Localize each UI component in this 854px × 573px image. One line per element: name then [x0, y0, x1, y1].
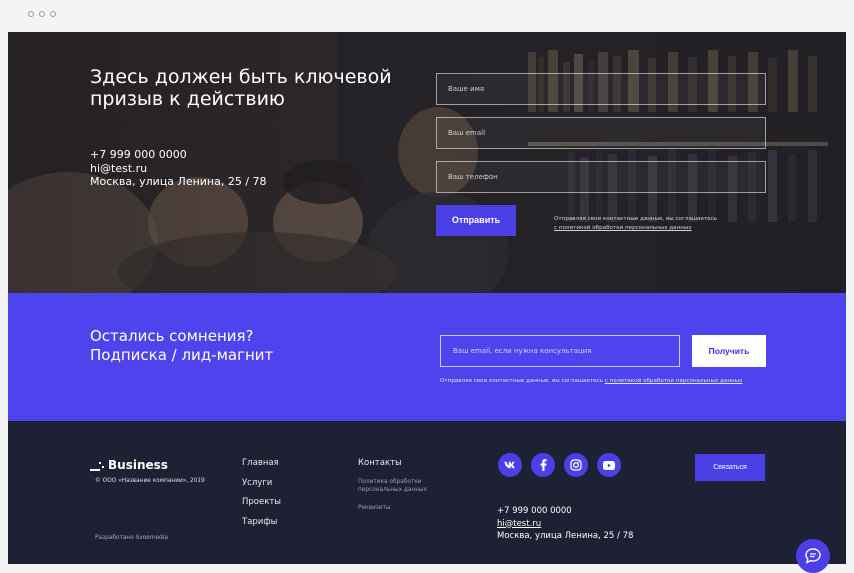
footer-contacts: +7 999 000 0000 hi@test.ru Москва, улица…: [497, 505, 633, 543]
phone-input[interactable]: Ваш телефон: [436, 161, 766, 193]
instagram-icon[interactable]: [564, 453, 588, 477]
hero-consent-text: Отправляя свои контактные данные, вы сог…: [554, 216, 717, 222]
contact-button[interactable]: Связаться: [695, 454, 765, 481]
footer-nav-services[interactable]: Услуги: [242, 478, 281, 498]
browser-window: Здесь должен быть ключевой призыв к дейс…: [0, 0, 854, 573]
hero-contacts: +7 999 000 0000 hi@test.ru Москва, улица…: [90, 148, 267, 189]
submit-button[interactable]: Отправить: [436, 205, 516, 236]
subscribe-consent-text: Отправляя свои контактные данные, вы сог…: [440, 378, 603, 384]
vk-icon[interactable]: [498, 453, 522, 477]
hero-consent: Отправляя свои контактные данные, вы сог…: [554, 215, 754, 233]
footer-nav-home[interactable]: Главная: [242, 458, 281, 478]
subscribe-title-line1: Остались сомнения?: [90, 327, 254, 345]
hero-address: Москва, улица Ленина, 25 / 78: [90, 175, 267, 188]
brand-logo[interactable]: Business: [90, 458, 168, 472]
footer-policy-link[interactable]: Политика обработки персональных данных: [358, 478, 436, 494]
footer-phone[interactable]: +7 999 000 0000: [497, 505, 633, 518]
footer-requisites-link[interactable]: Реквизиты: [358, 505, 391, 511]
get-button[interactable]: Получить: [692, 335, 766, 367]
footer-nav: Главная Услуги Проекты Тарифы: [242, 458, 281, 536]
subscribe-title: Остались сомнения? Подписка / лид-магнит: [90, 327, 273, 365]
brand-mark-icon: [90, 460, 106, 472]
landing-page: Здесь должен быть ключевой призыв к дейс…: [8, 32, 846, 564]
youtube-icon[interactable]: [597, 453, 621, 477]
subscribe-email-input[interactable]: Ваш email, если нужна консультация: [440, 335, 680, 367]
email-input[interactable]: Ваш email: [436, 117, 766, 149]
hero-phone[interactable]: +7 999 000 0000: [90, 148, 267, 162]
footer: Business © ООО «Название компании», 2019…: [8, 421, 846, 564]
copyright: © ООО «Название компании», 2019: [95, 478, 205, 484]
name-input[interactable]: Ваше имя: [436, 73, 766, 105]
hero-title: Здесь должен быть ключевой призыв к дейс…: [90, 66, 392, 110]
footer-nav-pricing[interactable]: Тарифы: [242, 517, 281, 537]
chat-widget-button[interactable]: [796, 539, 830, 573]
footer-address: Москва, улица Ленина, 25 / 78: [497, 531, 634, 541]
subscribe-consent: Отправляя свои контактные данные, вы сог…: [440, 378, 742, 384]
subscribe-title-line2: Подписка / лид-магнит: [90, 346, 274, 364]
minimize-window-dot[interactable]: [39, 11, 45, 17]
brand-name: Business: [108, 458, 168, 472]
maximize-window-dot[interactable]: [50, 11, 56, 17]
social-links: [498, 453, 621, 477]
window-titlebar: [0, 0, 854, 32]
chat-bubble-icon: [805, 548, 821, 564]
subscribe-privacy-link[interactable]: с политикой обработки персональных данны…: [605, 378, 743, 384]
hero-section: Здесь должен быть ключевой призыв к дейс…: [8, 32, 846, 293]
footer-email[interactable]: hi@test.ru: [497, 518, 633, 531]
footer-nav-projects[interactable]: Проекты: [242, 497, 281, 517]
subscribe-section: Остались сомнения? Подписка / лид-магнит…: [8, 293, 846, 421]
hero-privacy-link[interactable]: с политикой обработки персональных данны…: [554, 225, 692, 231]
facebook-icon[interactable]: [531, 453, 555, 477]
footer-nav-contacts[interactable]: Контакты: [358, 458, 402, 468]
window-controls: [28, 11, 56, 17]
developer-credit[interactable]: Разработано Svoemedia: [95, 535, 168, 541]
close-window-dot[interactable]: [28, 11, 34, 17]
hero-email[interactable]: hi@test.ru: [90, 162, 267, 176]
